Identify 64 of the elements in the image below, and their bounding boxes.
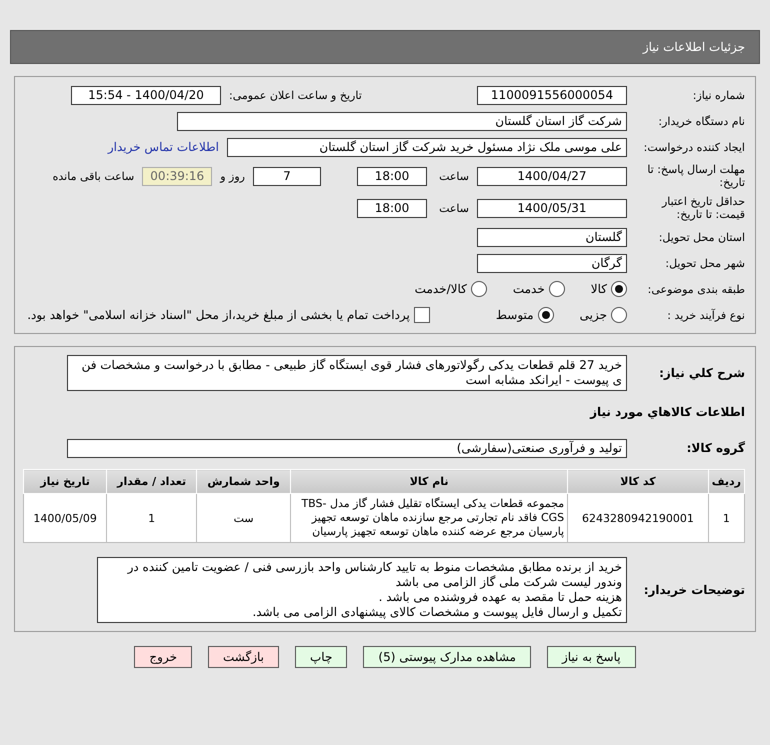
product-group-field: تولید و فرآوری صنعتی(سفارشی) <box>67 438 627 458</box>
field-label: طبقه بندی موضوعی: <box>646 282 745 296</box>
days-label: روز و <box>220 170 245 182</box>
field-label: تاریخ و ساعت اعلان عمومی: <box>229 88 363 102</box>
validity-date-field: 1400/05/31 <box>477 198 627 218</box>
radio-button[interactable] <box>611 307 627 323</box>
field-label: استان محل تحویل: <box>658 230 745 244</box>
table-cell: 1 <box>708 494 744 542</box>
action-button[interactable]: چاپ <box>295 646 348 668</box>
action-button[interactable]: بازگشت <box>208 646 279 668</box>
buyer-field: شرکت گاز استان گلستان <box>177 112 627 130</box>
checkbox[interactable] <box>414 307 430 323</box>
action-button[interactable]: پاسخ به نیاز <box>546 646 636 668</box>
buyer-notes-field: خرید از برنده مطابق مشخصات منوط به تایید کارشناس واحد بازرسی فنی / عضویت تامین کننده در وندور لیست شرکت ملی گاز الزامی می باشد هزینه حمل تا مقصد به عهده فروشنده می باشد . تکمیل و ارسال فایل پیوست و مشخصات کالای پیشنهادی الزامی می باشد. <box>97 557 627 623</box>
field-label: شهر محل تحویل: <box>664 256 745 270</box>
page-title: جزئیات اطلاعات نیاز <box>10 30 760 64</box>
column-header: نام کالا <box>290 470 568 494</box>
column-header: کد کالا <box>568 470 708 494</box>
action-button[interactable]: مشاهده مدارک پیوستی (5) <box>363 646 531 668</box>
radio-label: جزیی <box>580 308 607 322</box>
table-cell: 1400/05/09 <box>24 494 107 542</box>
field-label: نوع فرآیند خرید : <box>666 308 745 322</box>
field-label: نام دستگاه خریدار: <box>657 114 745 128</box>
field-label: ایجاد کننده درخواست: <box>642 140 745 154</box>
radio-button[interactable] <box>548 281 565 297</box>
radio-button[interactable] <box>538 307 554 323</box>
field-label: شماره نیاز: <box>692 88 745 102</box>
announce-date-field: 1400/04/20 - 15:54 <box>71 86 221 104</box>
field-label: توضیحات خریدار: <box>642 583 745 597</box>
table-cell: 1 <box>106 494 197 542</box>
validity-time-field: 18:00 <box>357 198 427 218</box>
remaining-time-field: 00:39:16 <box>142 166 212 186</box>
buyer-contact-link[interactable]: اطلاعات تماس خریدار <box>108 140 219 154</box>
column-header: تاریخ نیاز <box>24 470 107 494</box>
column-header: تعداد / مقدار <box>106 470 197 494</box>
description-field: خرید 27 قلم قطعات یدکی رگولاتورهای فشار قوی ایستگاه گاز طبیعی - مطابق با درخواست و مشخصات فن ی پیوست - ایرانکد مشابه است <box>67 355 627 391</box>
requester-field: علی موسی ملک نژاد مسئول خرید شرکت گاز استان گلستان <box>227 138 627 156</box>
field-label: حداقل تاریخ اعتبار قیمت: تا تاریخ: <box>660 195 745 221</box>
radio-label: متوسط <box>496 308 534 322</box>
table-cell: مجموعه قطعات یدکی ایستگاه تقلیل فشار گاز مدل TBS-CGS فاقد نام تجارتی مرجع سازنده ماهان توسعه تجهیز پارسیان مرجع عرضه کننده ماهان توسعه تجهیز پارسیان <box>290 494 568 542</box>
table-cell: 6243280942190001 <box>568 494 708 542</box>
time-label: ساعت <box>438 202 469 214</box>
field-label: مهلت ارسال پاسخ: تا تاریخ: <box>646 163 745 189</box>
radio-label: کالا <box>590 282 607 296</box>
action-button[interactable]: خروج <box>134 646 192 668</box>
days-field: 7 <box>253 166 321 186</box>
province-field: گلستان <box>477 228 627 246</box>
radio-button[interactable] <box>611 281 627 297</box>
city-field: گرگان <box>477 254 627 272</box>
radio-label: خدمت <box>512 282 545 296</box>
column-header: واحد شمارش <box>196 470 291 494</box>
section-title: اطلاعات کالاهاي مورد نياز <box>588 405 745 419</box>
need-number-field: 1100091556000054 <box>477 86 627 104</box>
time-label: ساعت <box>438 170 469 182</box>
deadline-time-field: 18:00 <box>357 166 427 186</box>
radio-label: کالا/خدمت <box>414 282 467 296</box>
checkbox-label: پرداخت تمام یا بخشی از مبلغ خرید،از محل "اسناد خزانه اسلامی" خواهد بود. <box>27 308 410 322</box>
column-header: ردیف <box>708 470 744 494</box>
radio-button[interactable] <box>470 281 487 297</box>
deadline-date-field: 1400/04/27 <box>477 166 627 186</box>
field-label: گروه کالا: <box>686 441 745 455</box>
table-cell: ست <box>196 494 291 542</box>
remaining-label: ساعت باقی مانده <box>52 170 134 182</box>
field-label: شرح کلي نياز: <box>658 366 745 380</box>
